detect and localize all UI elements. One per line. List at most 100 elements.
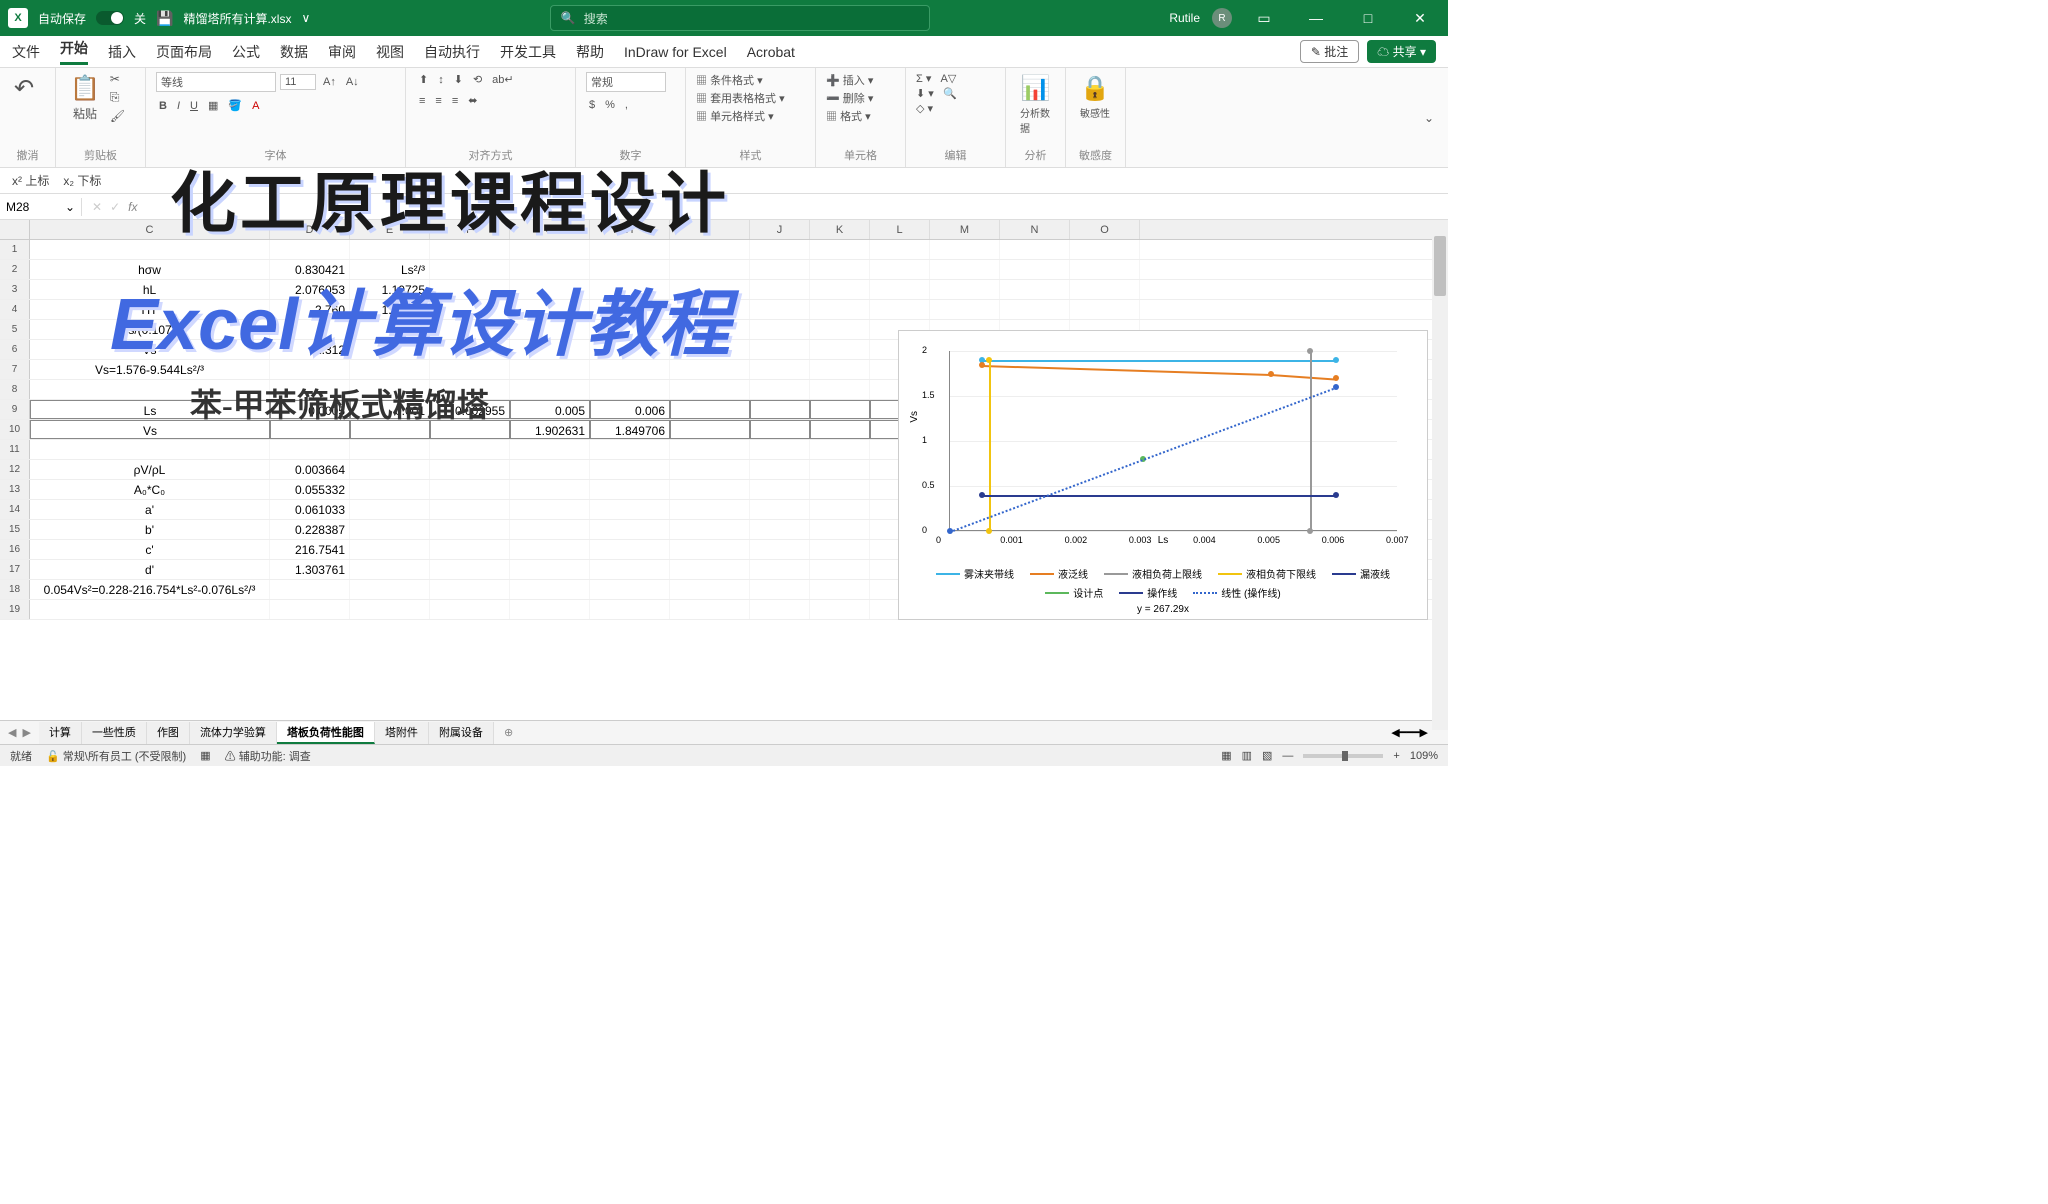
cell[interactable] bbox=[1070, 280, 1140, 299]
sheet-tab[interactable]: 作图 bbox=[147, 722, 190, 744]
cell[interactable] bbox=[510, 580, 590, 599]
cell[interactable]: 2.760 bbox=[270, 300, 350, 319]
view-layout-icon[interactable]: ▥ bbox=[1242, 749, 1252, 762]
row-header[interactable]: 11 bbox=[0, 440, 30, 459]
cell[interactable] bbox=[810, 520, 870, 539]
cell[interactable] bbox=[350, 480, 430, 499]
cell[interactable]: hL bbox=[30, 280, 270, 299]
legend-item[interactable]: 漏液线 bbox=[1332, 566, 1390, 581]
cell[interactable] bbox=[590, 360, 670, 379]
cell[interactable] bbox=[810, 500, 870, 519]
cell[interactable] bbox=[810, 420, 870, 439]
cell[interactable] bbox=[510, 600, 590, 619]
cell[interactable] bbox=[670, 400, 750, 419]
ribbon-tab[interactable]: 开发工具 bbox=[500, 42, 556, 62]
legend-item[interactable]: 线性 (操作线) bbox=[1193, 585, 1280, 600]
sensitivity-button[interactable]: 🔒敏感性 bbox=[1076, 72, 1114, 122]
enter-formula-icon[interactable]: ✓ bbox=[110, 200, 120, 214]
row-header[interactable]: 8 bbox=[0, 380, 30, 399]
ribbon-tab[interactable]: 数据 bbox=[280, 42, 308, 62]
ribbon-tab[interactable]: 公式 bbox=[232, 42, 260, 62]
cell[interactable] bbox=[1000, 240, 1070, 259]
cell[interactable]: 0.001 bbox=[350, 400, 430, 419]
row-header[interactable]: 1 bbox=[0, 240, 30, 259]
cell[interactable] bbox=[810, 320, 870, 339]
cell[interactable] bbox=[670, 600, 750, 619]
row-header[interactable]: 15 bbox=[0, 520, 30, 539]
cell[interactable] bbox=[870, 300, 930, 319]
ribbon-mode-icon[interactable]: ▭ bbox=[1244, 10, 1284, 27]
cell[interactable]: 216.7541 bbox=[270, 540, 350, 559]
cell[interactable] bbox=[350, 460, 430, 479]
cell[interactable]: 0.054Vs²=0.228-216.754*Ls²-0.076Ls²/³ bbox=[30, 580, 270, 599]
cell[interactable] bbox=[750, 520, 810, 539]
decrease-font-icon[interactable]: A↓ bbox=[343, 75, 362, 89]
border-button[interactable]: ▦ bbox=[205, 98, 221, 113]
cell[interactable] bbox=[30, 600, 270, 619]
chevron-down-icon[interactable]: ⌄ bbox=[65, 200, 75, 214]
status-macro-icon[interactable]: ▦ bbox=[200, 749, 210, 762]
cell[interactable] bbox=[750, 280, 810, 299]
view-normal-icon[interactable]: ▦ bbox=[1221, 749, 1231, 762]
cell[interactable] bbox=[270, 420, 350, 439]
autosum-button[interactable]: Σ ▾ A▽ bbox=[916, 72, 956, 85]
comma-icon[interactable]: , bbox=[622, 98, 631, 112]
cell[interactable] bbox=[670, 320, 750, 339]
document-title[interactable]: 精馏塔所有计算.xlsx bbox=[183, 10, 291, 27]
cell[interactable] bbox=[670, 460, 750, 479]
vertical-scrollbar[interactable] bbox=[1432, 230, 1448, 730]
cell[interactable] bbox=[590, 500, 670, 519]
column-header[interactable]: J bbox=[750, 220, 810, 239]
username[interactable]: Rutile bbox=[1169, 11, 1200, 25]
cell[interactable] bbox=[810, 540, 870, 559]
row-header[interactable]: 16 bbox=[0, 540, 30, 559]
cell[interactable] bbox=[810, 480, 870, 499]
cell[interactable] bbox=[750, 460, 810, 479]
ribbon-tab[interactable]: 帮助 bbox=[576, 42, 604, 62]
percent-icon[interactable]: % bbox=[602, 98, 618, 112]
column-header[interactable]: M bbox=[930, 220, 1000, 239]
cell[interactable] bbox=[430, 340, 510, 359]
orientation-icon[interactable]: ⟲ bbox=[470, 72, 485, 87]
cell[interactable]: 0.061033 bbox=[270, 500, 350, 519]
cell[interactable] bbox=[810, 580, 870, 599]
cell[interactable] bbox=[430, 460, 510, 479]
dropdown-icon[interactable]: ∨ bbox=[301, 11, 310, 25]
cell[interactable] bbox=[430, 280, 510, 299]
cell[interactable] bbox=[670, 560, 750, 579]
cell[interactable] bbox=[590, 300, 670, 319]
cell[interactable] bbox=[510, 440, 590, 459]
row-header[interactable]: 9 bbox=[0, 400, 30, 419]
cell[interactable] bbox=[430, 300, 510, 319]
cell[interactable] bbox=[430, 320, 510, 339]
row-header[interactable]: 18 bbox=[0, 580, 30, 599]
row-header[interactable]: 12 bbox=[0, 460, 30, 479]
cell[interactable]: 0.005 bbox=[510, 400, 590, 419]
cell[interactable] bbox=[670, 300, 750, 319]
cell[interactable] bbox=[750, 420, 810, 439]
cell[interactable] bbox=[590, 560, 670, 579]
cell[interactable] bbox=[590, 440, 670, 459]
cell[interactable] bbox=[670, 540, 750, 559]
save-icon[interactable]: 💾 bbox=[156, 10, 173, 27]
cell[interactable] bbox=[750, 300, 810, 319]
cell[interactable]: 0.002955 bbox=[430, 400, 510, 419]
close-icon[interactable]: ✕ bbox=[1400, 10, 1440, 27]
cell[interactable] bbox=[670, 240, 750, 259]
cell[interactable]: b' bbox=[30, 520, 270, 539]
cell[interactable] bbox=[350, 420, 430, 439]
cell[interactable] bbox=[750, 360, 810, 379]
cell[interactable] bbox=[430, 260, 510, 279]
tab-next-icon[interactable]: ▶ bbox=[22, 726, 30, 739]
row-header[interactable]: 17 bbox=[0, 560, 30, 579]
insert-cells-button[interactable]: ➕ 插入 ▾ bbox=[826, 72, 873, 88]
legend-item[interactable]: 液相负荷上限线 bbox=[1104, 566, 1202, 581]
minimize-icon[interactable]: — bbox=[1296, 10, 1336, 26]
format-cells-button[interactable]: ▦ 格式 ▾ bbox=[826, 108, 871, 124]
embedded-chart[interactable]: Vs 00.511.5200.0010.0020.0030.0040.0050.… bbox=[898, 330, 1428, 620]
sheet-tab[interactable]: 一些性质 bbox=[82, 722, 147, 744]
cell[interactable] bbox=[510, 340, 590, 359]
cell[interactable] bbox=[1000, 300, 1070, 319]
cell[interactable] bbox=[590, 520, 670, 539]
cell[interactable] bbox=[350, 500, 430, 519]
